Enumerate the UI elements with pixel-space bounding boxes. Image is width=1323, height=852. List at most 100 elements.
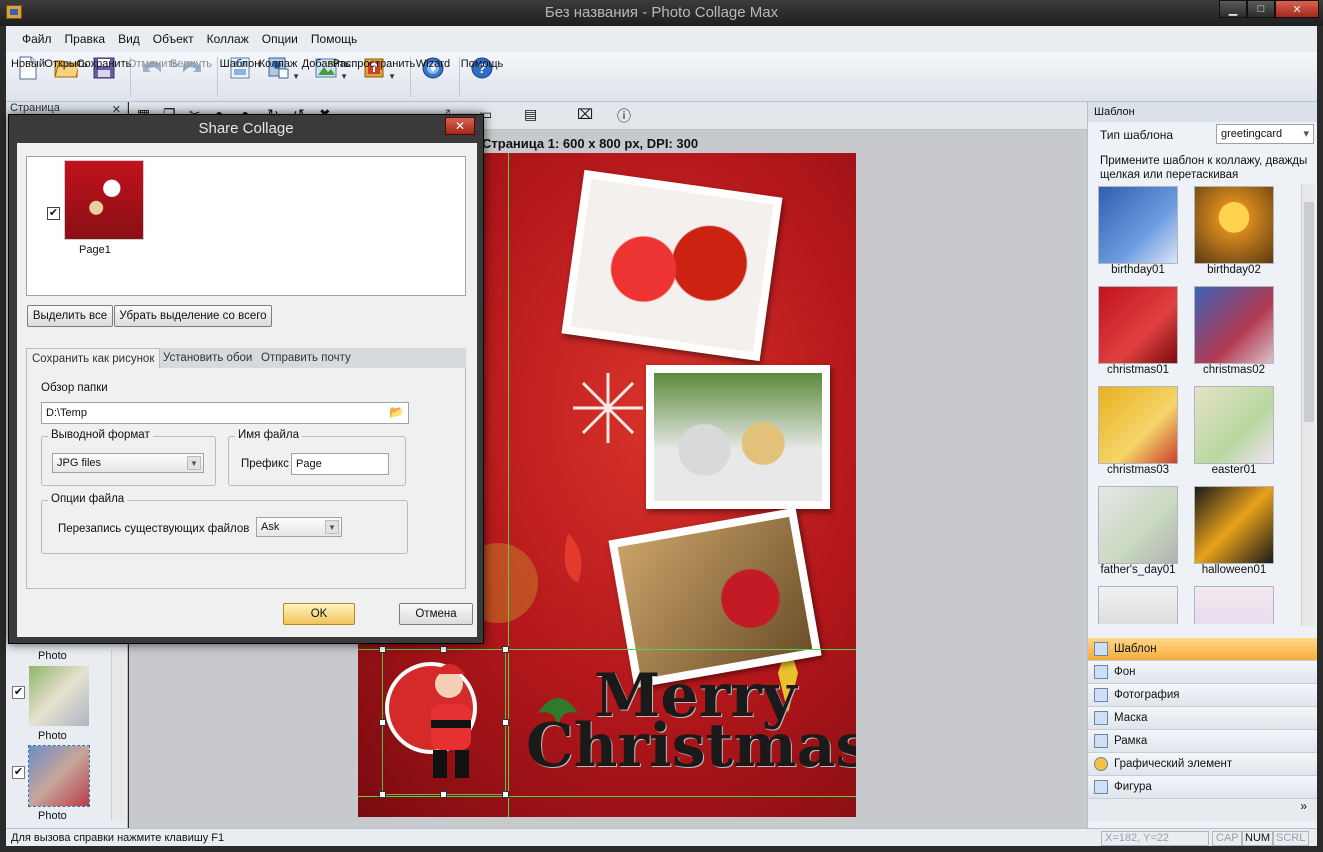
template-item[interactable]: christmas02 xyxy=(1194,286,1274,376)
template-item[interactable]: birthday02 xyxy=(1194,186,1274,276)
menu-help[interactable]: Помощь xyxy=(311,32,357,46)
template-item[interactable]: christmas03 xyxy=(1098,386,1178,476)
scrollbar-thumb[interactable] xyxy=(1304,202,1314,422)
template-type-select[interactable]: greetingcard xyxy=(1216,124,1314,144)
photo-checkbox[interactable]: ✔ xyxy=(12,686,25,699)
template-button[interactable]: Шаблон xyxy=(220,52,260,80)
menu-edit[interactable]: Правка xyxy=(65,32,106,46)
resize-handle[interactable] xyxy=(502,646,509,653)
status-bar: Для вызова справки нажмите клавишу F1 X=… xyxy=(6,828,1317,846)
file-name-label: Имя файла xyxy=(235,429,302,441)
folder-path-input[interactable]: D:\Temp 📂 xyxy=(41,402,409,424)
chevron-down-icon[interactable]: ▼ xyxy=(388,72,396,81)
template-item[interactable] xyxy=(1194,586,1274,624)
output-format-select[interactable]: JPG files ▼ xyxy=(52,453,204,473)
template-item[interactable]: easter01 xyxy=(1194,386,1274,476)
help-button[interactable]: ? Помощь xyxy=(461,52,503,80)
template-item[interactable]: birthday01 xyxy=(1098,186,1178,276)
template-thumbnail[interactable] xyxy=(1098,586,1178,624)
santa-clipart[interactable] xyxy=(382,649,506,795)
resize-handle[interactable] xyxy=(502,719,509,726)
resize-handle[interactable] xyxy=(440,646,447,653)
resize-handle[interactable] xyxy=(502,791,509,798)
prefix-input[interactable]: Page xyxy=(291,453,389,475)
chevron-down-icon[interactable]: ▼ xyxy=(292,72,300,81)
menu-options[interactable]: Опции xyxy=(262,32,298,46)
template-thumbnail[interactable] xyxy=(1194,286,1274,364)
template-thumbnail[interactable] xyxy=(1098,386,1178,464)
maximize-button[interactable]: □ xyxy=(1247,0,1275,18)
menu-object[interactable]: Объект xyxy=(153,32,194,46)
menu-collage[interactable]: Коллаж xyxy=(207,32,249,46)
template-thumbnail[interactable] xyxy=(1194,186,1274,264)
template-scrollbar[interactable] xyxy=(1301,184,1315,626)
minimize-button[interactable]: ▁ xyxy=(1219,0,1247,18)
dialog-close-button[interactable]: ✕ xyxy=(445,117,475,135)
section-frame[interactable]: Рамка xyxy=(1088,730,1317,753)
file-name-group: Имя файла Префикс Page xyxy=(228,429,406,486)
ok-button[interactable]: OK xyxy=(283,603,355,625)
section-photo[interactable]: Фотография xyxy=(1088,684,1317,707)
collage-button[interactable]: Коллаж ▼ xyxy=(259,52,300,81)
section-mask[interactable]: Маска xyxy=(1088,707,1317,730)
share-button[interactable]: Распространить ▼ xyxy=(333,52,416,81)
section-background[interactable]: Фон xyxy=(1088,661,1317,684)
tab-set-wallpaper[interactable]: Установить обои xyxy=(158,348,257,368)
template-thumbnail[interactable] xyxy=(1194,586,1274,624)
resize-handle[interactable] xyxy=(379,719,386,726)
photo-list-item[interactable]: ✔ xyxy=(12,666,89,726)
section-shape[interactable]: Фигура xyxy=(1088,776,1317,799)
page-thumbnail[interactable] xyxy=(64,160,144,240)
tab-save-as-image[interactable]: Сохранить как рисунок xyxy=(26,348,161,368)
template-item[interactable]: father's_day01 xyxy=(1098,486,1178,576)
menu-view[interactable]: Вид xyxy=(118,32,140,46)
open-button[interactable]: Открыть xyxy=(44,52,88,80)
page-checkbox[interactable]: ✔ xyxy=(47,207,60,220)
template-thumbnail[interactable] xyxy=(1098,486,1178,564)
redo-button[interactable]: Вернуть xyxy=(170,52,212,80)
overwrite-label: Перезапись существующих файлов xyxy=(58,523,250,535)
photo-list-item[interactable]: ✔ xyxy=(12,745,90,807)
more-sections-button[interactable]: » xyxy=(1088,799,1317,821)
select-all-button[interactable]: Выделить все xyxy=(27,305,113,327)
template-thumbnail[interactable] xyxy=(1194,486,1274,564)
overwrite-select[interactable]: Ask ▼ xyxy=(256,517,342,537)
collage-photo[interactable] xyxy=(646,365,830,509)
photo-icon xyxy=(1094,688,1108,702)
save-button[interactable]: Сохранить xyxy=(77,52,131,80)
pages-scrollbar[interactable] xyxy=(111,650,125,820)
greeting-text[interactable]: Merry Christmas xyxy=(526,666,856,776)
cancel-button[interactable]: Отмена xyxy=(399,603,473,625)
tab-send-email[interactable]: Отправить почту xyxy=(256,348,356,368)
resize-handle[interactable] xyxy=(379,646,386,653)
menu-file[interactable]: Файл xyxy=(22,32,52,46)
collage-photo[interactable] xyxy=(561,169,783,362)
photo-caption: Photo xyxy=(38,730,67,742)
chevron-down-icon[interactable]: ▼ xyxy=(340,72,348,81)
info-icon[interactable]: ⓘ xyxy=(617,106,637,126)
template-item[interactable]: halloween01 xyxy=(1194,486,1274,576)
browse-folder-icon[interactable]: 📂 xyxy=(389,405,405,421)
section-template[interactable]: Шаблон xyxy=(1088,638,1317,661)
toolbar-separator xyxy=(217,57,218,97)
resize-handle[interactable] xyxy=(379,791,386,798)
close-window-button[interactable]: ✕ xyxy=(1275,0,1319,18)
photo-thumbnail[interactable] xyxy=(29,666,89,726)
template-thumbnail[interactable] xyxy=(1098,286,1178,364)
photo-thumbnail[interactable] xyxy=(28,745,90,807)
layout-icon[interactable]: ▤ xyxy=(524,106,544,126)
template-thumbnail[interactable] xyxy=(1194,386,1274,464)
deselect-all-button[interactable]: Убрать выделение со всего xyxy=(114,305,272,327)
template-item[interactable]: christmas01 xyxy=(1098,286,1178,376)
crop-icon[interactable]: ⌧ xyxy=(577,106,597,126)
template-item[interactable] xyxy=(1098,586,1178,624)
template-panel-header: Шаблон xyxy=(1088,102,1317,122)
photo-checkbox[interactable]: ✔ xyxy=(12,766,25,779)
wizard-button[interactable]: Wizard xyxy=(416,52,450,80)
new-button[interactable]: Новый xyxy=(11,52,45,80)
section-clipart[interactable]: Графический элемент xyxy=(1088,753,1317,776)
resize-handle[interactable] xyxy=(440,791,447,798)
undo-button[interactable]: Отменить xyxy=(128,52,178,80)
template-thumbnail[interactable] xyxy=(1098,186,1178,264)
chevron-down-icon: ▼ xyxy=(325,520,339,534)
